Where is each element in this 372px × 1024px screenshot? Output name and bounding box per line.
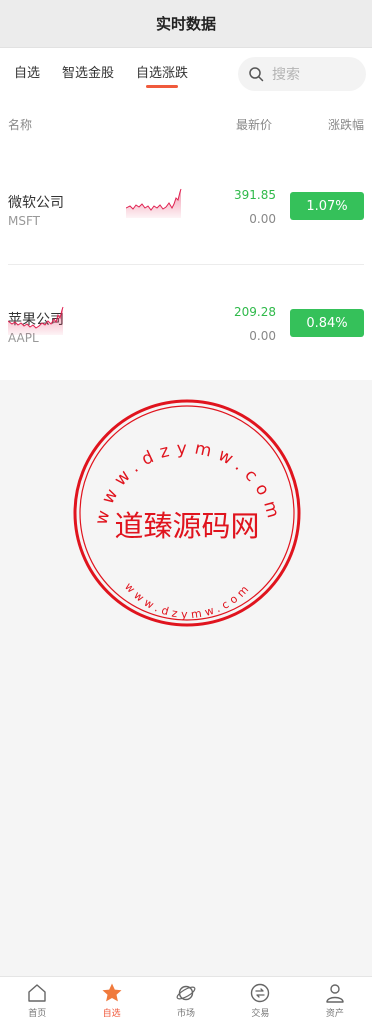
percent-badge[interactable]: 1.07%	[290, 192, 364, 220]
nav-label: 资产	[325, 1009, 344, 1019]
price-change: 0.00	[249, 329, 276, 343]
stock-name: 微软公司	[8, 195, 64, 211]
sparkline-chart	[8, 306, 64, 335]
column-change[interactable]: 涨跌幅	[328, 116, 364, 133]
list-header: 名称 最新价 涨跌幅	[0, 100, 372, 148]
bottom-nav: 首页 自选 市场 交易 资产	[0, 976, 372, 1024]
price-change: 0.00	[249, 212, 276, 226]
table-row[interactable]: 微软公司 MSFT 391.85 0.00 1.07%	[0, 148, 372, 264]
tab-watchlist[interactable]: 自选	[14, 48, 40, 100]
nav-label: 自选	[102, 1009, 121, 1019]
trade-icon	[251, 983, 270, 1003]
column-price[interactable]: 最新价	[236, 116, 272, 133]
percent-badge[interactable]: 0.84%	[290, 309, 364, 337]
search-icon	[249, 67, 264, 82]
stock-code: MSFT	[8, 214, 40, 228]
nav-watchlist[interactable]: 自选	[74, 977, 148, 1024]
nav-home[interactable]: 首页	[0, 977, 74, 1024]
nav-trade[interactable]: 交易	[223, 977, 297, 1024]
table-row[interactable]: 苹果公司 AAPL 209.28 0.00 0.84%	[8, 264, 364, 380]
star-icon	[102, 983, 122, 1002]
nav-label: 市场	[177, 1009, 196, 1019]
tab-bar: 自选 智选金股 自选涨跌 搜索	[0, 48, 372, 100]
nav-market[interactable]: 市场	[149, 977, 223, 1024]
nav-assets[interactable]: 资产	[298, 977, 372, 1024]
column-name: 名称	[8, 117, 33, 132]
planet-icon	[176, 985, 196, 1001]
tab-watchlist-movers[interactable]: 自选涨跌	[136, 48, 188, 100]
sparkline-chart	[126, 188, 182, 218]
top-header: 实时数据	[0, 0, 372, 48]
quote-list: 名称 最新价 涨跌幅 微软公司 MSFT 391.85 0.00 1.07% 苹…	[0, 100, 372, 380]
search-placeholder: 搜索	[272, 67, 300, 83]
nav-label: 首页	[28, 1009, 47, 1019]
latest-price: 391.85	[234, 188, 276, 202]
watermark-stamp: www.dzymw.com www.dzymw.com 道臻源码网	[73, 399, 301, 627]
nav-label: 交易	[251, 1009, 270, 1019]
search-input[interactable]: 搜索	[238, 57, 366, 91]
tab-smart-picks[interactable]: 智选金股	[62, 48, 114, 100]
latest-price: 209.28	[234, 305, 276, 319]
home-icon	[28, 984, 46, 1002]
user-icon	[326, 984, 344, 1003]
page-title: 实时数据	[155, 15, 216, 33]
watermark-center-text: 道臻源码网	[114, 509, 259, 543]
